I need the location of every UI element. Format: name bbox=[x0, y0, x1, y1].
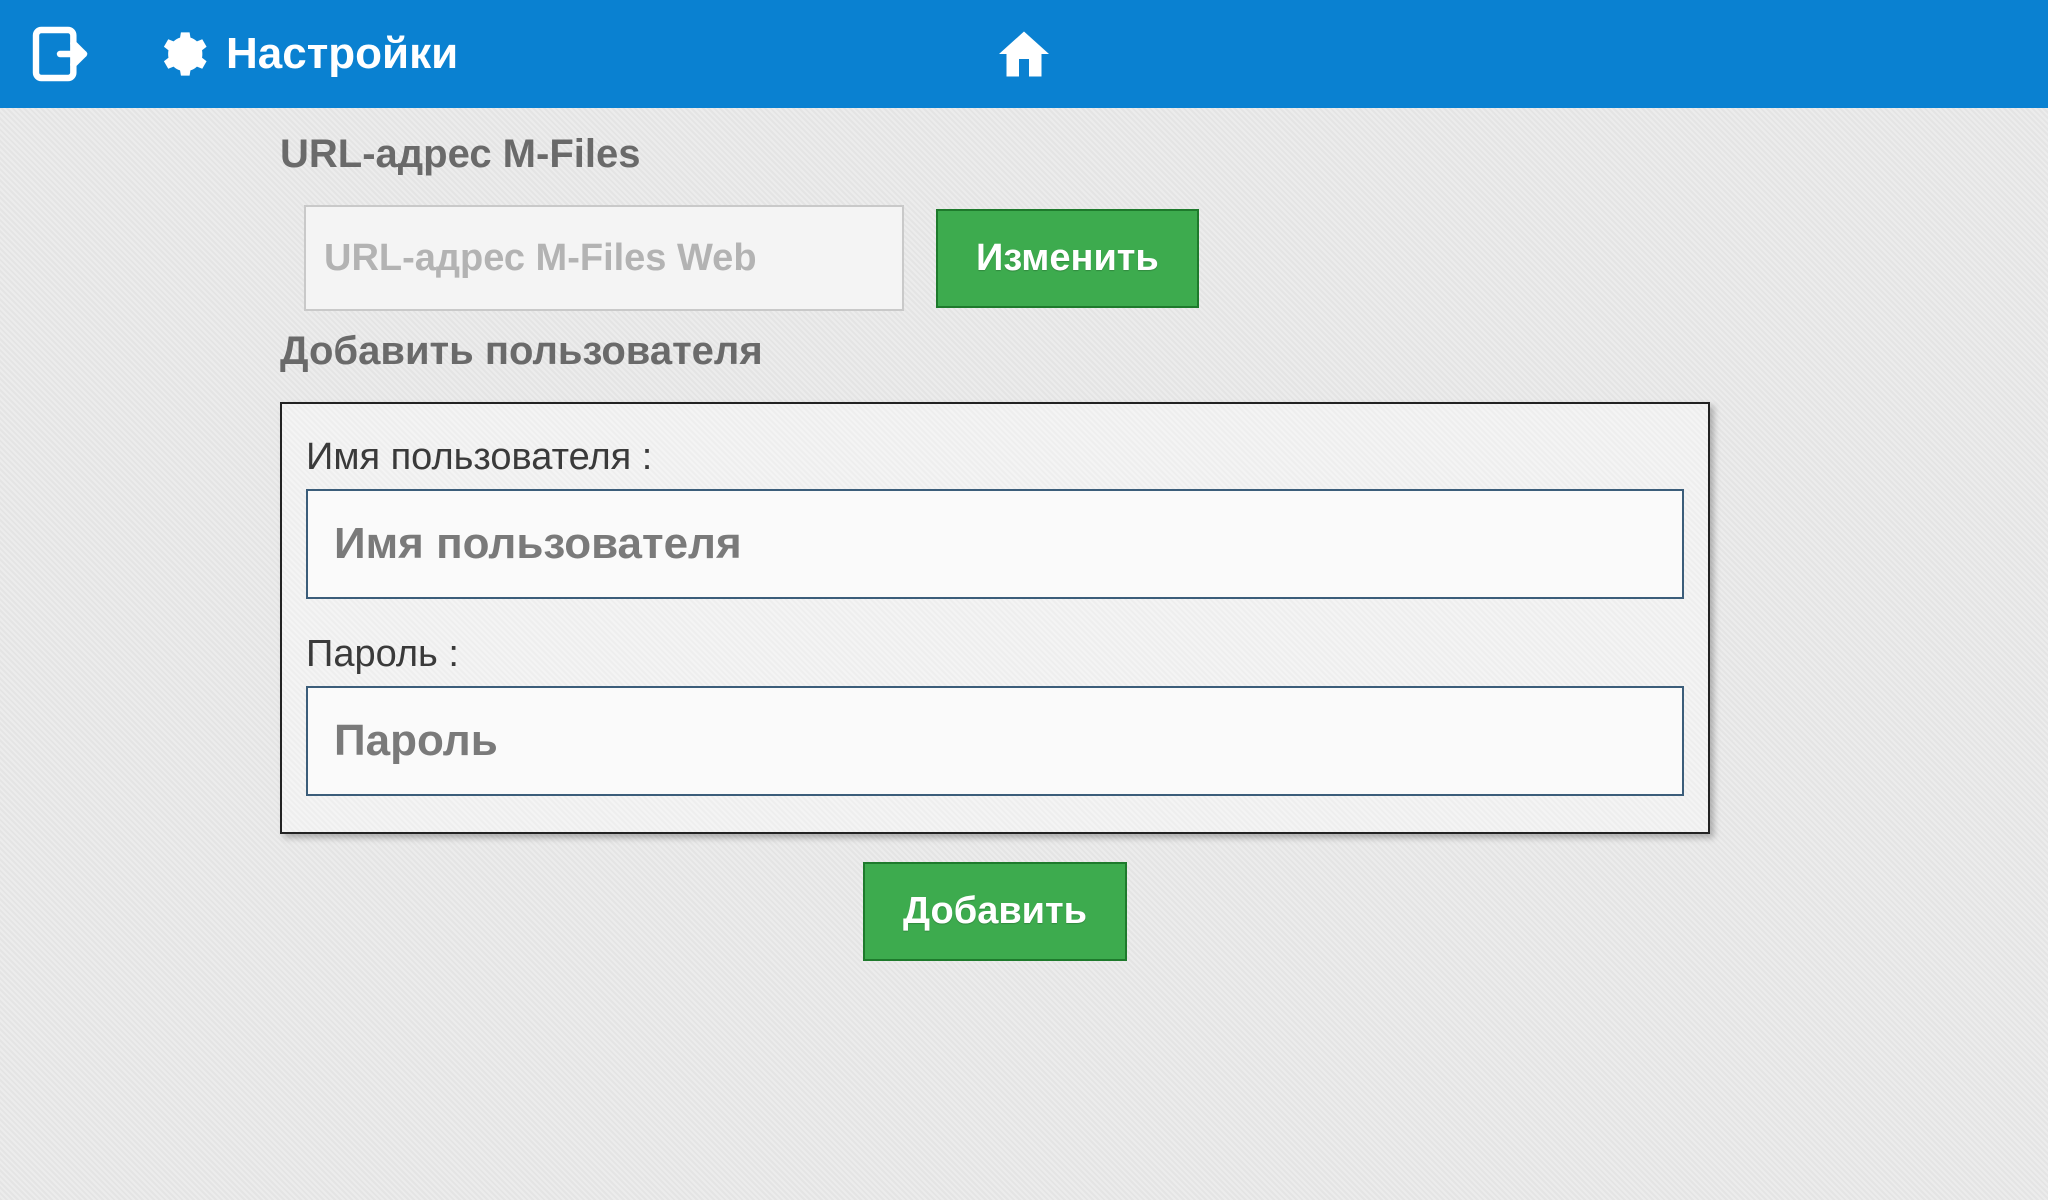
logout-icon[interactable] bbox=[24, 18, 96, 90]
add-user-panel: Имя пользователя : Пароль : bbox=[280, 402, 1710, 834]
content: URL-адрес M-Files Изменить Добавить поль… bbox=[0, 108, 1720, 961]
gear-icon bbox=[152, 24, 212, 84]
username-label: Имя пользователя : bbox=[306, 436, 1684, 479]
password-input[interactable] bbox=[306, 686, 1684, 796]
topbar: Настройки bbox=[0, 0, 2048, 108]
add-button-row: Добавить bbox=[280, 862, 1710, 961]
password-label: Пароль : bbox=[306, 633, 1684, 676]
url-section-label: URL-адрес M-Files bbox=[280, 132, 1720, 177]
home-icon[interactable] bbox=[990, 20, 1058, 88]
url-row: Изменить bbox=[304, 205, 1720, 311]
page-title: Настройки bbox=[226, 29, 458, 79]
add-button[interactable]: Добавить bbox=[863, 862, 1127, 961]
username-input[interactable] bbox=[306, 489, 1684, 599]
mfiles-url-input[interactable] bbox=[304, 205, 904, 311]
change-button[interactable]: Изменить bbox=[936, 209, 1199, 308]
add-user-section-label: Добавить пользователя bbox=[280, 329, 1720, 374]
title-wrap: Настройки bbox=[152, 24, 458, 84]
